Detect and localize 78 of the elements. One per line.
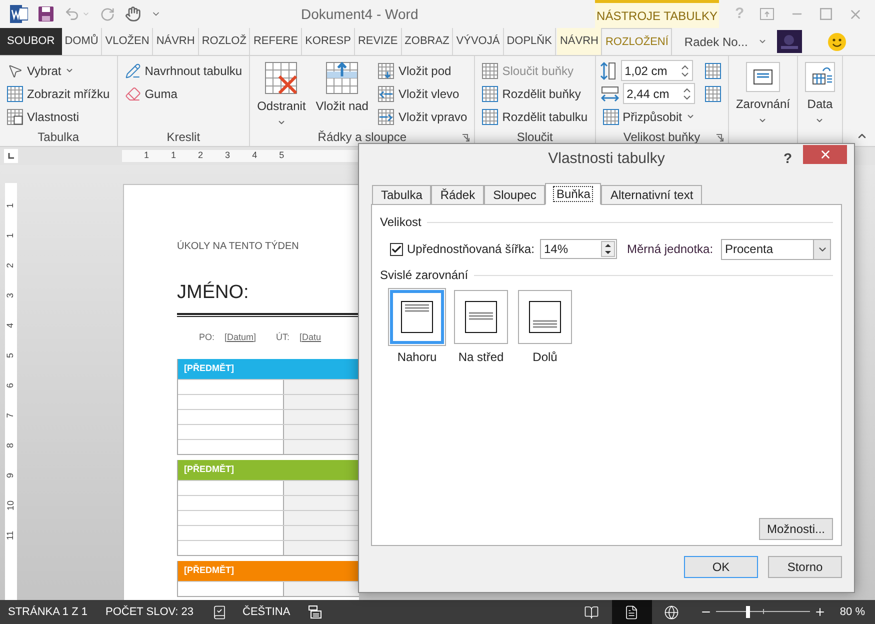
ribbon-button[interactable]: Vložit vpravo (375, 105, 470, 128)
day-label: PO: (199, 330, 215, 344)
ruler-number: 1 (171, 149, 176, 162)
dialog-tab[interactable]: Sloupec (484, 185, 546, 204)
ribbon-button[interactable]: Zobrazit mřížku (4, 82, 113, 105)
ruler-number: 8 (4, 443, 16, 448)
unit-label: Měrná jednotka: (627, 241, 714, 258)
dialog-tab[interactable]: Tabulka (372, 185, 432, 204)
dialog-tab[interactable]: Alternativní text (601, 185, 702, 204)
window-title: Dokument4 - Word (301, 4, 418, 24)
spin-field[interactable]: 2,44 cm (622, 83, 695, 104)
group-label: Řádky a sloupce (318, 129, 406, 146)
day-label: ÚT: (276, 330, 290, 344)
ribbon-tab[interactable]: SOUBOR (0, 28, 62, 55)
contextual-tab-label: NÁSTROJE TABULKY (596, 8, 718, 24)
ruler-number: 2 (198, 149, 204, 162)
dialog-tab[interactable]: Buňka (545, 183, 602, 205)
group-label: Tabulka (38, 129, 80, 146)
dialog-button[interactable]: OK (684, 556, 758, 578)
ruler-number: 11 (4, 530, 16, 540)
alignment-label: Dolů (532, 349, 558, 366)
date-field[interactable]: [Datu (300, 330, 322, 344)
ruler-number: 1 (4, 203, 16, 208)
ribbon-button[interactable]: Odstranit (254, 59, 309, 127)
language-status[interactable]: ČEŠTINA (226, 604, 290, 620)
ruler-number: 2 (4, 263, 16, 268)
document-heading: ÚKOLY NA TENTO TÝDEN (177, 239, 300, 254)
ruler-number: 9 (4, 473, 16, 478)
ribbon-tab[interactable]: ROZLOŽENÍ (601, 28, 672, 55)
ruler-number: 4 (252, 149, 258, 162)
zoom-percentage[interactable]: 80 % (826, 604, 875, 620)
word-count[interactable]: POČET SLOV: 23 (87, 604, 194, 620)
ruler-number: 7 (4, 413, 16, 418)
alignment-label: Nahoru (397, 349, 437, 366)
ribbon-button[interactable]: Vložit nad (312, 59, 372, 115)
spin-field[interactable]: 1,02 cm (620, 60, 693, 81)
alignment-label: Na střed (458, 349, 504, 366)
subject-title: [PŘEDMĚT] (184, 362, 234, 376)
ribbon-button[interactable]: Rozdělit tabulku (479, 105, 591, 128)
ruler-number: 6 (4, 383, 16, 388)
subject-title: [PŘEDMĚT] (184, 463, 234, 476)
ribbon-button[interactable]: Data (802, 59, 838, 125)
ribbon-button[interactable]: Guma (122, 82, 246, 105)
ruler-number: 4 (4, 323, 16, 328)
date-field[interactable]: [Datum] (224, 330, 256, 344)
ribbon-button[interactable]: Zarovnání (732, 59, 793, 125)
ribbon-button[interactable]: Rozdělit buňky (479, 82, 591, 105)
ribbon-tab[interactable]: NÁVRH (556, 28, 602, 55)
group-label: Velikost buňky (623, 129, 700, 146)
ruler-number: 3 (4, 293, 16, 298)
ruler-number: 5 (279, 149, 284, 162)
ruler-number: 1 (144, 149, 150, 162)
account-button[interactable]: Radek No... (684, 32, 767, 50)
options-button[interactable]: Možnosti... (759, 518, 833, 540)
ruler-number: 3 (225, 149, 230, 162)
ribbon-button[interactable]: Vložit pod (375, 59, 470, 82)
dialog-tab[interactable]: Řádek (431, 185, 484, 204)
page-count[interactable]: STRÁNKA 1 Z 1 (0, 604, 88, 620)
checkbox-label: Upřednostňovaná šířka: (407, 241, 536, 258)
group-label: Sloučit (516, 129, 553, 146)
ribbon-button[interactable]: Vybrat (4, 59, 113, 82)
help-button[interactable]: ? (783, 148, 792, 169)
ribbon-button[interactable]: Vložit vlevo (375, 82, 470, 105)
width-field[interactable]: 14% (540, 239, 617, 259)
ribbon-button[interactable]: Navrhnout tabulku (122, 59, 246, 82)
name-label: JMÉNO: (177, 280, 250, 305)
ruler-number: 5 (4, 353, 16, 358)
unit-dropdown[interactable]: Procenta (721, 238, 831, 260)
section-heading: Velikost (380, 214, 422, 231)
ribbon-button[interactable]: Přizpůsobit (600, 105, 698, 128)
section-heading: Svislé zarovnání (380, 267, 468, 284)
subject-title: [PŘEDMĚT] (184, 564, 234, 578)
dialog-button[interactable]: Storno (768, 556, 842, 578)
ruler-number: 10 (4, 500, 16, 510)
ruler-number: 1 (4, 233, 16, 238)
dialog-title: Vlastnosti tabulky (548, 148, 665, 169)
ribbon-button[interactable]: Vlastnosti (4, 105, 113, 128)
group-label: Kreslit (166, 129, 200, 146)
